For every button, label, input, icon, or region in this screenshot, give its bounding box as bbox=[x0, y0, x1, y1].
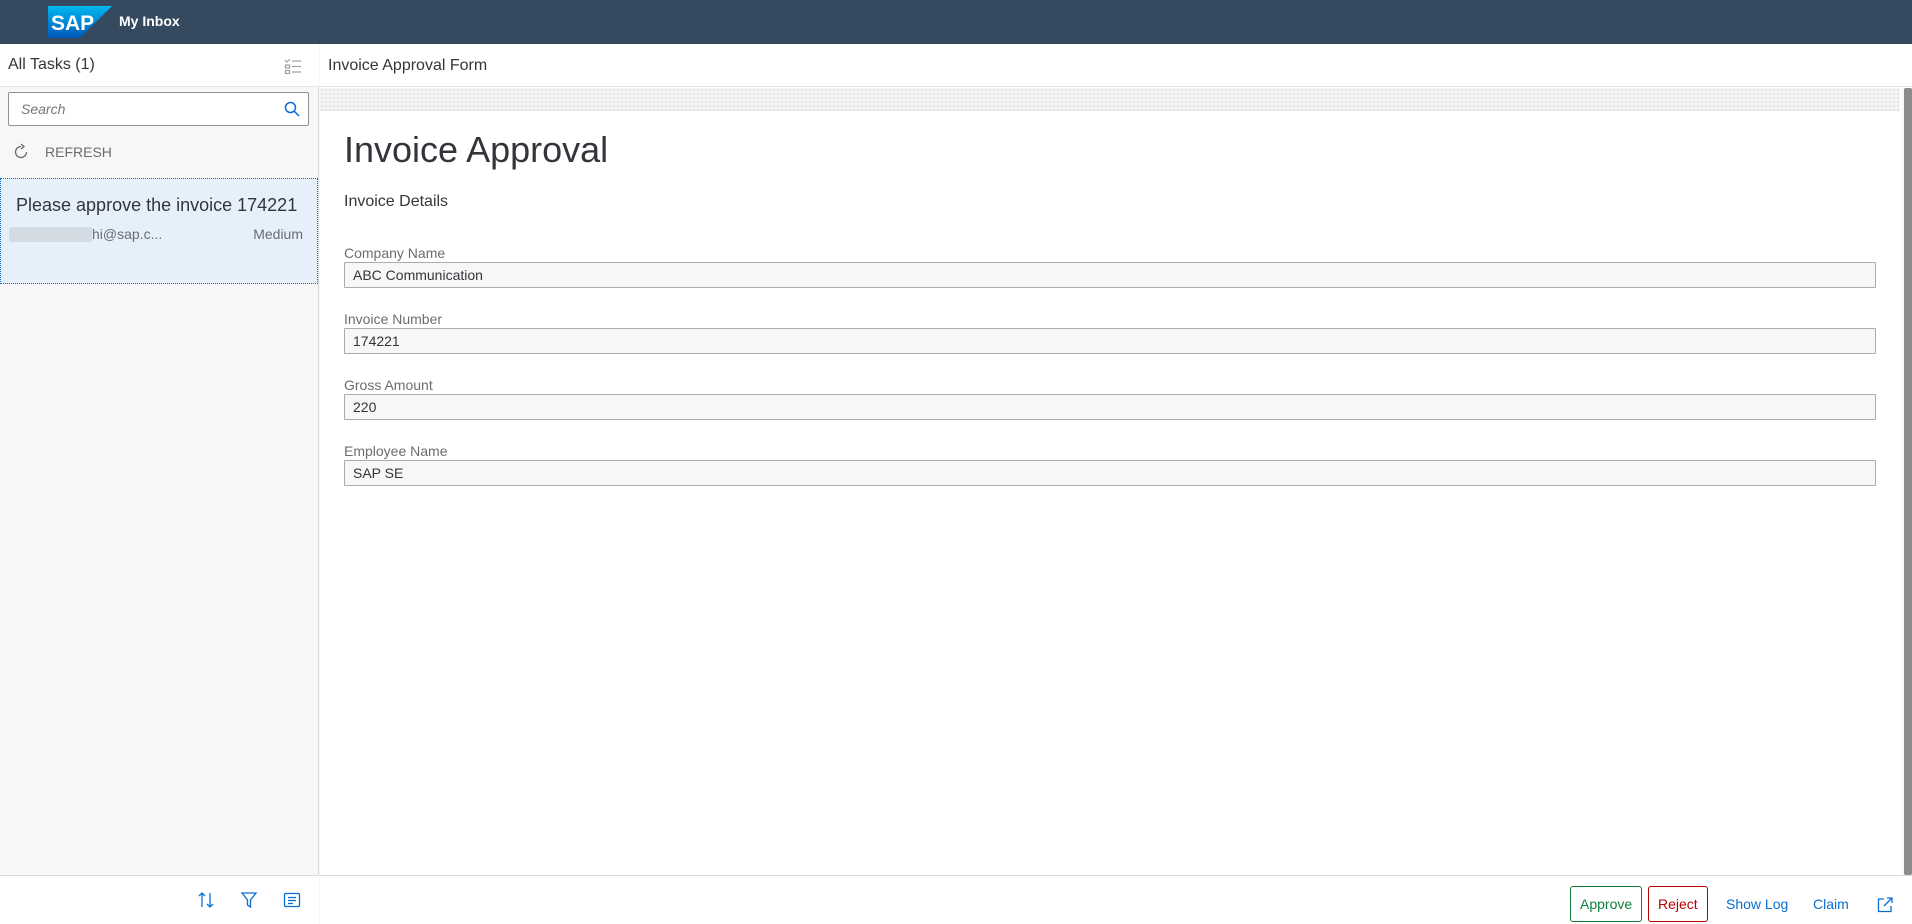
refresh-label: REFRESH bbox=[45, 144, 112, 160]
master-footer bbox=[0, 875, 319, 924]
detail-pane: Invoice Approval Form Invoice Approval I… bbox=[320, 44, 1912, 924]
employee-name-field[interactable] bbox=[344, 460, 1876, 486]
sap-logo[interactable]: SAP bbox=[48, 6, 112, 38]
gross-amount-field[interactable] bbox=[344, 394, 1876, 420]
reject-button[interactable]: Reject bbox=[1648, 886, 1708, 922]
detail-header: Invoice Approval Form bbox=[320, 44, 1912, 87]
master-pane: All Tasks (1) REFRESH Please approve the… bbox=[0, 44, 319, 924]
company-name-label: Company Name bbox=[344, 245, 446, 261]
group-icon[interactable] bbox=[283, 891, 301, 909]
task-sender: hi@sap.c... bbox=[92, 226, 163, 242]
scrollbar-thumb[interactable] bbox=[1904, 88, 1912, 875]
multi-select-list-icon[interactable] bbox=[284, 57, 302, 75]
shell-bar: SAP My Inbox bbox=[0, 0, 1912, 44]
form-title: Invoice Approval bbox=[344, 129, 609, 170]
show-log-button[interactable]: Show Log bbox=[1716, 886, 1798, 922]
gross-amount-label: Gross Amount bbox=[344, 377, 433, 393]
detail-header-title: Invoice Approval Form bbox=[328, 57, 488, 74]
task-priority: Medium bbox=[253, 226, 303, 242]
invoice-form: Invoice Approval Invoice Details Company… bbox=[320, 110, 1900, 875]
company-name-field[interactable] bbox=[344, 262, 1876, 288]
search-input[interactable] bbox=[9, 93, 269, 125]
form-top-strip bbox=[320, 88, 1900, 110]
scrollbar[interactable] bbox=[1902, 88, 1912, 875]
employee-name-label: Employee Name bbox=[344, 443, 448, 459]
master-header: All Tasks (1) bbox=[0, 44, 319, 87]
approve-button[interactable]: Approve bbox=[1570, 886, 1643, 922]
master-title: All Tasks (1) bbox=[8, 56, 95, 73]
claim-button[interactable]: Claim bbox=[1803, 886, 1859, 922]
app-title[interactable]: My Inbox bbox=[119, 13, 180, 29]
refresh-icon bbox=[12, 143, 30, 161]
redacted-sender-name bbox=[9, 227, 92, 242]
task-list-item[interactable]: Please approve the invoice 174221 hi@sap… bbox=[0, 178, 318, 284]
sort-icon[interactable] bbox=[197, 891, 215, 909]
refresh-button[interactable]: REFRESH bbox=[0, 132, 318, 172]
invoice-number-field[interactable] bbox=[344, 328, 1876, 354]
invoice-number-label: Invoice Number bbox=[344, 311, 443, 327]
action-footer: Approve Reject Show Log Claim bbox=[320, 875, 1912, 924]
svg-text:SAP: SAP bbox=[51, 12, 94, 35]
section-title: Invoice Details bbox=[344, 193, 449, 210]
search-field[interactable] bbox=[8, 92, 309, 126]
open-in-new-window-icon[interactable] bbox=[1876, 896, 1894, 914]
filter-icon[interactable] bbox=[240, 891, 258, 909]
search-icon[interactable] bbox=[284, 101, 300, 117]
task-title: Please approve the invoice 174221 bbox=[16, 195, 298, 215]
